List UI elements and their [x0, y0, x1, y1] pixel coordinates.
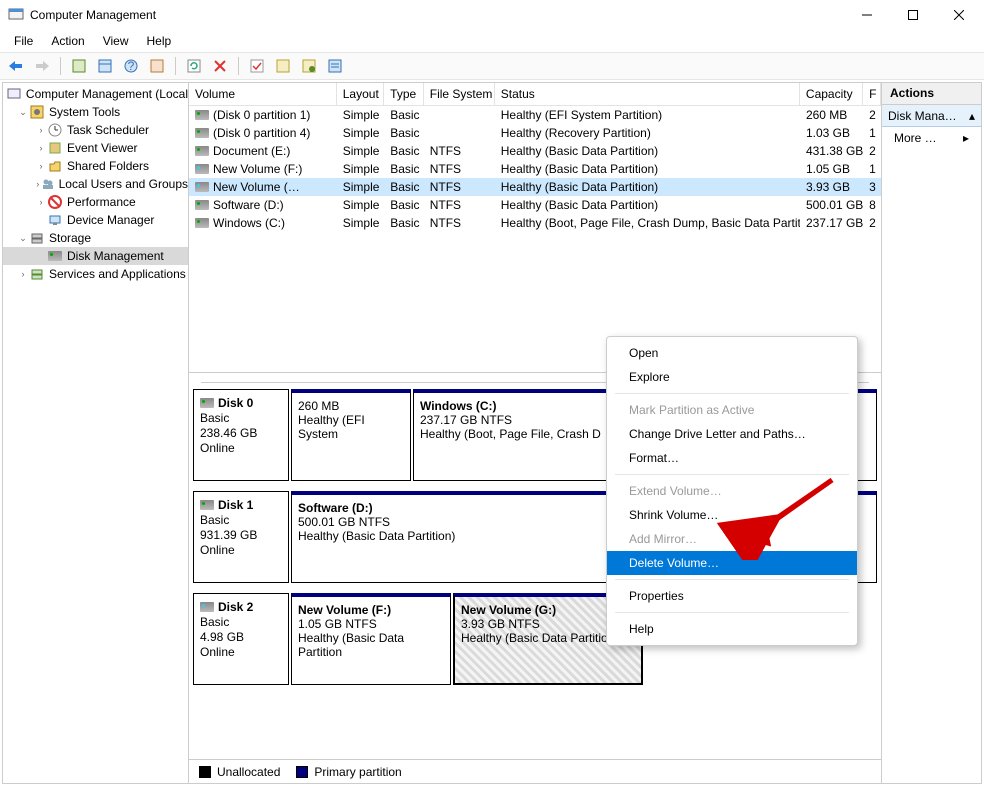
expander-expand-icon[interactable]: › — [35, 143, 47, 153]
drive-icon — [195, 218, 209, 228]
collapse-icon: ▴ — [969, 109, 975, 123]
tool-list-icon[interactable] — [323, 55, 347, 77]
drive-icon — [195, 110, 209, 120]
tool-check-icon[interactable] — [245, 55, 269, 77]
actions-more[interactable]: More …▸ — [882, 127, 981, 149]
tool-delete-icon[interactable] — [208, 55, 232, 77]
maximize-button[interactable] — [890, 0, 936, 30]
menu-shrink-volume[interactable]: Shrink Volume… — [607, 503, 857, 527]
tree-storage[interactable]: ⌄Storage — [3, 229, 188, 247]
menu-add-mirror: Add Mirror… — [607, 527, 857, 551]
disk-label[interactable]: Disk 0 Basic238.46 GBOnline — [193, 389, 289, 481]
partition[interactable]: New Volume (F:)1.05 GB NTFSHealthy (Basi… — [291, 593, 451, 685]
forward-button[interactable] — [30, 55, 54, 77]
col-type[interactable]: Type — [384, 83, 424, 105]
legend: Unallocated Primary partition — [189, 759, 881, 783]
volume-row[interactable]: (Disk 0 partition 4)SimpleBasicHealthy (… — [189, 124, 881, 142]
drive-icon — [195, 146, 209, 156]
tree-performance[interactable]: ›Performance — [3, 193, 188, 211]
menu-mark-active: Mark Partition as Active — [607, 398, 857, 422]
menu-open[interactable]: Open — [607, 341, 857, 365]
title-bar: Computer Management — [0, 0, 984, 30]
disk-icon — [200, 602, 214, 612]
col-capacity[interactable]: Capacity — [800, 83, 863, 105]
col-free[interactable]: F — [863, 83, 881, 105]
menu-file[interactable]: File — [6, 32, 41, 50]
menu-help[interactable]: Help — [607, 617, 857, 641]
window-title: Computer Management — [30, 8, 844, 22]
actions-section[interactable]: Disk Mana…▴ — [882, 105, 981, 127]
tree-device-manager[interactable]: Device Manager — [3, 211, 188, 229]
minimize-button[interactable] — [844, 0, 890, 30]
tree-system-tools[interactable]: ⌄System Tools — [3, 103, 188, 121]
app-icon — [8, 7, 24, 23]
menu-change-letter[interactable]: Change Drive Letter and Paths… — [607, 422, 857, 446]
drive-icon — [195, 182, 209, 192]
tree-shared-folders[interactable]: ›Shared Folders — [3, 157, 188, 175]
actions-header: Actions — [882, 83, 981, 105]
volume-row[interactable]: New Volume (…SimpleBasicNTFSHealthy (Bas… — [189, 178, 881, 196]
menu-extend-volume: Extend Volume… — [607, 479, 857, 503]
disk-icon — [200, 398, 214, 408]
drive-icon — [195, 200, 209, 210]
expander-expand-icon[interactable]: › — [17, 269, 29, 279]
drive-icon — [195, 128, 209, 138]
menu-properties[interactable]: Properties — [607, 584, 857, 608]
col-layout[interactable]: Layout — [337, 83, 384, 105]
context-menu: Open Explore Mark Partition as Active Ch… — [606, 336, 858, 646]
volume-row[interactable]: Software (D:)SimpleBasicNTFSHealthy (Bas… — [189, 196, 881, 214]
expander-expand-icon[interactable]: › — [35, 161, 47, 171]
tool-help-icon[interactable]: ? — [119, 55, 143, 77]
tree-event-viewer[interactable]: ›Event Viewer — [3, 139, 188, 157]
expander-collapse-icon[interactable]: ⌄ — [17, 107, 29, 118]
tool-eject-icon[interactable] — [271, 55, 295, 77]
volume-row[interactable]: (Disk 0 partition 1)SimpleBasicHealthy (… — [189, 106, 881, 124]
tool-view-icon[interactable] — [93, 55, 117, 77]
drive-icon — [195, 164, 209, 174]
disk-label[interactable]: Disk 2 Basic4.98 GBOnline — [193, 593, 289, 685]
menu-bar: File Action View Help — [0, 30, 984, 52]
col-filesystem[interactable]: File System — [424, 83, 495, 105]
disk-icon — [200, 500, 214, 510]
tool-settings-icon[interactable] — [145, 55, 169, 77]
volume-list-header: Volume Layout Type File System Status Ca… — [189, 83, 881, 106]
tree-disk-management[interactable]: Disk Management — [3, 247, 188, 265]
menu-help[interactable]: Help — [139, 32, 180, 50]
svg-text:?: ? — [128, 59, 135, 73]
tree-local-users[interactable]: ›Local Users and Groups — [3, 175, 188, 193]
tree-task-scheduler[interactable]: ›Task Scheduler — [3, 121, 188, 139]
menu-action[interactable]: Action — [43, 32, 92, 50]
close-button[interactable] — [936, 0, 982, 30]
toolbar: ? — [0, 52, 984, 80]
back-button[interactable] — [4, 55, 28, 77]
partition[interactable]: 260 MBHealthy (EFI System — [291, 389, 411, 481]
menu-explore[interactable]: Explore — [607, 365, 857, 389]
disk-label[interactable]: Disk 1 Basic931.39 GBOnline — [193, 491, 289, 583]
volume-row[interactable]: Document (E:)SimpleBasicNTFSHealthy (Bas… — [189, 142, 881, 160]
volume-row[interactable]: New Volume (F:)SimpleBasicNTFSHealthy (B… — [189, 160, 881, 178]
tree-root[interactable]: Computer Management (Local — [3, 85, 188, 103]
tree-services-apps[interactable]: ›Services and Applications — [3, 265, 188, 283]
col-status[interactable]: Status — [495, 83, 800, 105]
tool-properties-icon[interactable] — [67, 55, 91, 77]
col-volume[interactable]: Volume — [189, 83, 337, 105]
menu-format[interactable]: Format… — [607, 446, 857, 470]
chevron-right-icon: ▸ — [963, 131, 969, 145]
volume-row[interactable]: Windows (C:)SimpleBasicNTFSHealthy (Boot… — [189, 214, 881, 232]
actions-pane: Actions Disk Mana…▴ More …▸ — [881, 83, 981, 783]
expander-expand-icon[interactable]: › — [35, 125, 47, 135]
tool-refresh-icon[interactable] — [182, 55, 206, 77]
expander-collapse-icon[interactable]: ⌄ — [17, 233, 29, 244]
menu-view[interactable]: View — [95, 32, 137, 50]
menu-delete-volume[interactable]: Delete Volume… — [607, 551, 857, 575]
volume-list[interactable]: Volume Layout Type File System Status Ca… — [189, 83, 881, 373]
expander-expand-icon[interactable]: › — [35, 197, 47, 207]
console-tree[interactable]: Computer Management (Local ⌄System Tools… — [3, 83, 189, 783]
tool-mount-icon[interactable] — [297, 55, 321, 77]
